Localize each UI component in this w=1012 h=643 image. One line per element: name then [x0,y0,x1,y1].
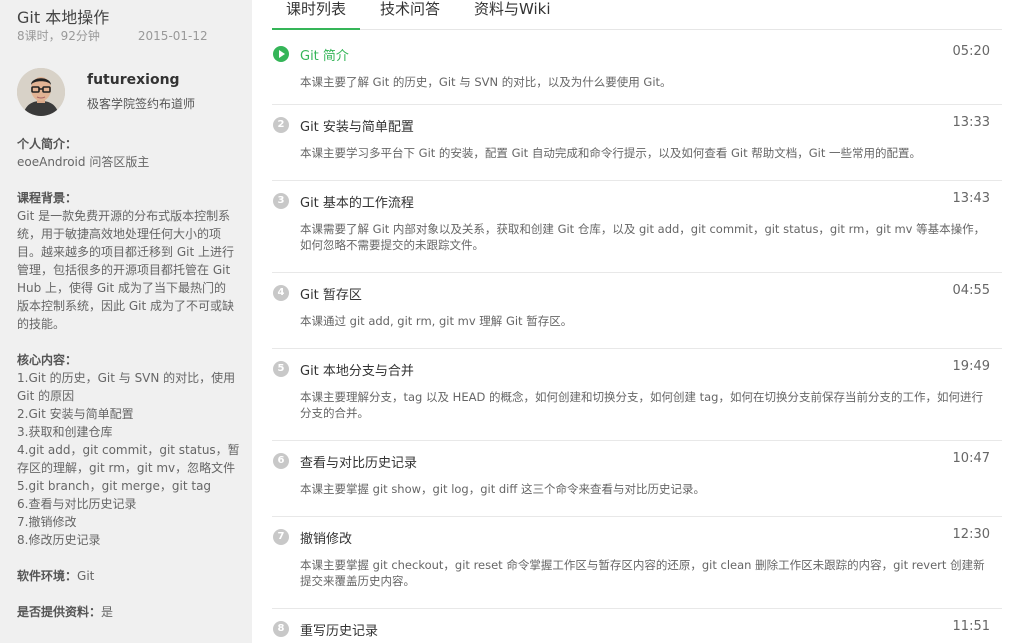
env-heading: 软件环境： [17,569,78,583]
core-line: 3.获取和创建仓库 [17,425,113,439]
tab-lesson-list[interactable]: 课时列表 [272,0,361,30]
lesson-title[interactable]: Git 本地分支与合并 [300,360,414,379]
lesson-description: 本课需要了解 Git 内部对象以及关系，获取和创建 Git 仓库，以及 git … [300,222,986,252]
intro-heading: 个人简介： [17,137,78,151]
lesson-number: 6 [273,453,289,469]
background-section: 课程背景： Git 是一款免费开源的分布式版本控制系 统，用于敏捷高效地处理任何… [17,189,239,333]
tab-bar: 课时列表 技术问答 资料与Wiki [272,0,1002,30]
lesson-duration: 05:20 [952,44,990,59]
lesson-description: 本课主要理解分支，tag 以及 HEAD 的概念，如何创建和切换分支，如何创建 … [300,390,983,420]
lesson-title[interactable]: 重写历史记录 [300,620,378,639]
tab-wiki[interactable]: 资料与Wiki [460,0,565,30]
author-role: 极客学院签约布道师 [87,97,196,111]
course-title: Git 本地操作 [17,8,110,27]
core-line: Git 的原因 [17,389,75,403]
core-heading: 核心内容： [17,353,78,367]
core-line: 4.git add，git commit，git status，暂 [17,443,240,457]
lesson-duration: 10:47 [952,451,990,466]
course-length: 8课时，92分钟 [17,29,100,43]
core-line: 5.git branch，git merge，git tag [17,479,212,493]
core-line: 存区的理解，git rm，git mv，忽略文件 [17,461,236,475]
author-avatar[interactable] [17,68,65,116]
lesson-description: 本课通过 git add, git rm, git mv 理解 Git 暂存区。 [300,314,573,328]
lesson-title[interactable]: 撤销修改 [300,528,352,547]
core-section: 核心内容： 1.Git 的历史，Git 与 SVN 的对比，使用 Git 的原因… [17,351,240,549]
env-section: 软件环境：Git [17,567,239,585]
lesson-title[interactable]: Git 简介 [300,45,349,64]
lesson-duration: 04:55 [952,283,990,298]
lesson-description: 本课主要掌握 git show，git log，git diff 这三个命令来查… [300,482,705,496]
avatar-image [17,68,65,116]
tab-qa[interactable]: 技术问答 [366,0,454,30]
lesson-duration: 19:49 [952,359,990,374]
lesson-item[interactable]: 2 Git 安装与简单配置 13:33 本课主要学习多平台下 Git 的安装，配… [272,105,1002,181]
lesson-duration: 12:30 [952,527,990,542]
core-line: 6.查看与对比历史记录 [17,497,137,511]
background-line: 目。越来越多的项目都迁移到 Git 上进行 [17,245,234,259]
lesson-item[interactable]: 4 Git 暂存区 04:55 本课通过 git add, git rm, gi… [272,273,1002,349]
core-line: 7.撤销修改 [17,515,77,529]
lesson-item[interactable]: 8 重写历史记录 11:51 [272,609,1002,643]
lesson-number: 8 [273,621,289,637]
lesson-description: 本课主要了解 Git 的历史，Git 与 SVN 的对比，以及为什么要使用 Gi… [300,75,672,89]
lesson-number: 4 [273,285,289,301]
lesson-number: 5 [273,361,289,377]
lesson-item[interactable]: 3 Git 基本的工作流程 13:43 本课需要了解 Git 内部对象以及关系，… [272,181,1002,273]
lesson-list: Git 简介 05:20 本课主要了解 Git 的历史，Git 与 SVN 的对… [272,34,1002,643]
background-line: 统，用于敏捷高效地处理任何大小的项 [17,227,222,241]
lesson-duration: 13:33 [952,115,990,130]
course-date: 2015-01-12 [137,29,208,43]
lesson-title[interactable]: Git 安装与简单配置 [300,116,414,135]
play-icon[interactable] [273,46,289,62]
lesson-number: 3 [273,193,289,209]
intro-section: 个人简介： eoeAndroid 问答区版主 [17,135,239,171]
lesson-title[interactable]: Git 暂存区 [300,284,362,303]
lesson-panel: 课时列表 技术问答 资料与Wiki Git 简介 05:20 本课主要了解 Gi… [252,0,1012,643]
lesson-item[interactable]: 6 查看与对比历史记录 10:47 本课主要掌握 git show，git lo… [272,441,1002,517]
lesson-duration: 11:51 [952,619,990,634]
lesson-title[interactable]: Git 基本的工作流程 [300,192,414,211]
lesson-item[interactable]: 7 撤销修改 12:30 本课主要掌握 git checkout，git res… [272,517,1002,609]
lesson-item[interactable]: Git 简介 05:20 本课主要了解 Git 的历史，Git 与 SVN 的对… [272,34,1002,105]
materials-heading: 是否提供资料： [17,605,102,619]
core-line: 1.Git 的历史，Git 与 SVN 的对比，使用 [17,371,236,385]
lesson-description: 本课主要掌握 git checkout，git reset 命令掌握工作区与暂存… [300,558,985,588]
intro-text: eoeAndroid 问答区版主 [17,155,150,169]
course-sidebar: Git 本地操作 8课时，92分钟 2015-01-12 futurexiong … [0,0,252,643]
lesson-description: 本课主要学习多平台下 Git 的安装，配置 Git 自动完成和命令行提示，以及如… [300,146,922,160]
lesson-number: 7 [273,529,289,545]
background-line: Hub 上，使得 Git 成为了当下最热门的 [17,281,227,295]
lesson-title[interactable]: 查看与对比历史记录 [300,452,417,471]
background-line: 的技能。 [17,317,66,331]
lesson-duration: 13:43 [952,191,990,206]
background-line: 版本控制系统，因此 Git 成为了不可或缺 [17,299,234,313]
background-line: 管理，包括很多的开源项目都托管在 Git [17,263,231,277]
materials-section: 是否提供资料：是 [17,603,239,621]
background-line: Git 是一款免费开源的分布式版本控制系 [17,209,231,223]
lesson-item[interactable]: 5 Git 本地分支与合并 19:49 本课主要理解分支，tag 以及 HEAD… [272,349,1002,441]
course-meta: 8课时，92分钟 2015-01-12 [17,27,208,44]
core-line: 8.修改历史记录 [17,533,101,547]
env-value: Git [77,569,95,583]
lesson-number: 2 [273,117,289,133]
background-heading: 课程背景： [17,191,78,205]
author-name[interactable]: futurexiong [87,72,180,88]
core-line: 2.Git 安装与简单配置 [17,407,134,421]
materials-value: 是 [101,605,114,619]
